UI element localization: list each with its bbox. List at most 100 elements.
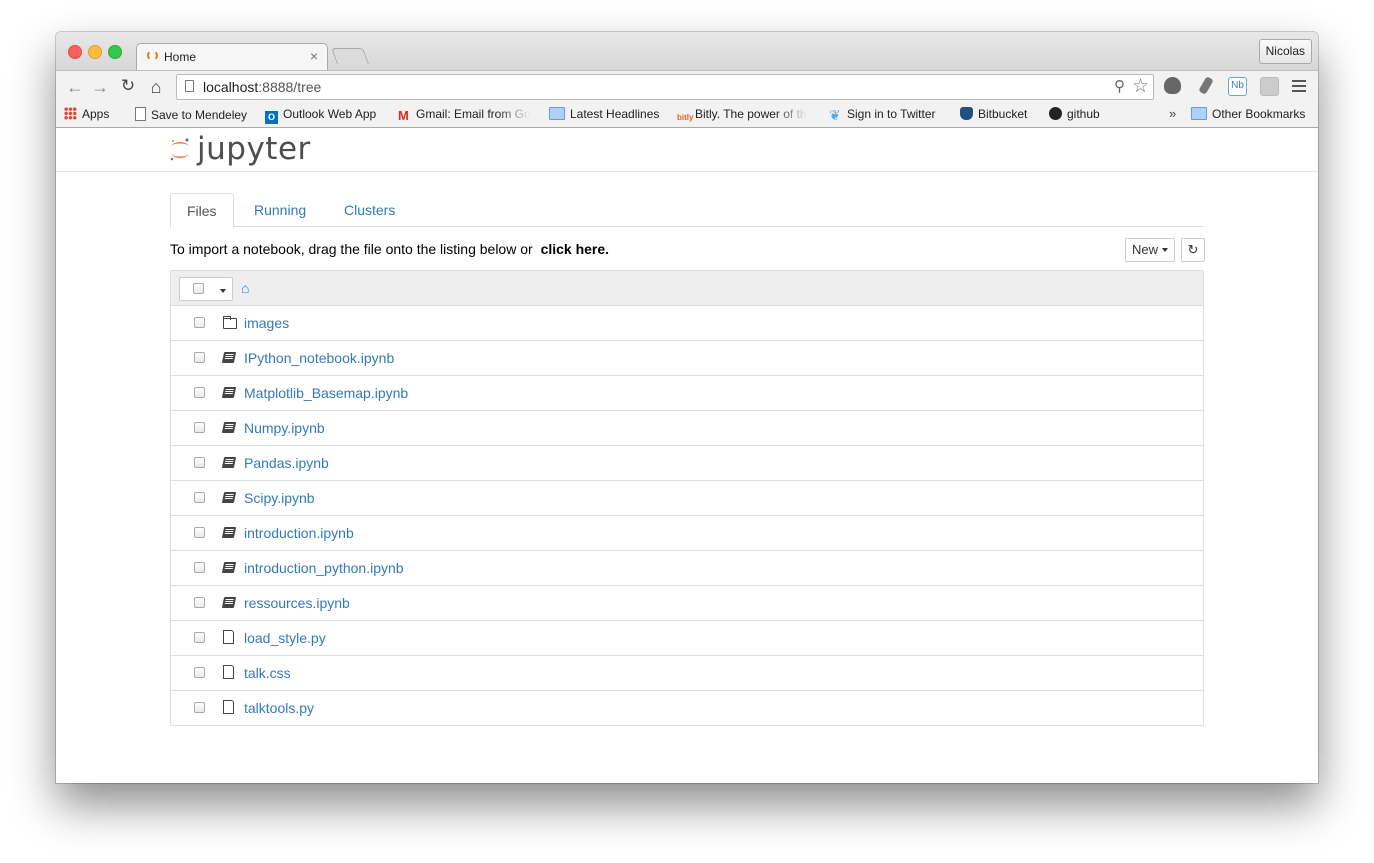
forward-arrow-icon[interactable]: → <box>89 77 111 98</box>
home-icon[interactable]: ⌂ <box>145 77 167 98</box>
list-item[interactable]: IPython_notebook.ipynb <box>171 340 1203 375</box>
file-icon <box>223 665 234 679</box>
browser-toolbar: ← → ↻ ⌂ localhost:8888/tree ⚲ ☆ Nb <box>56 70 1318 103</box>
list-item[interactable]: ressources.ipynb <box>171 585 1203 620</box>
bookmark-label: github <box>1067 107 1100 121</box>
list-item[interactable]: talk.css <box>171 655 1203 690</box>
select-all-checkbox[interactable] <box>193 283 204 294</box>
address-bar[interactable]: localhost:8888/tree ⚲ ☆ <box>176 74 1154 100</box>
item-checkbox[interactable] <box>194 457 205 468</box>
new-tab-button[interactable] <box>331 48 369 64</box>
list-item[interactable]: talktools.py <box>171 690 1203 725</box>
item-checkbox[interactable] <box>194 387 205 398</box>
list-item[interactable]: Scipy.ipynb <box>171 480 1203 515</box>
item-name-link[interactable]: Numpy.ipynb <box>244 420 325 436</box>
import-instructions: To import a notebook, drag the file onto… <box>170 241 609 257</box>
item-name-link[interactable]: ressources.ipynb <box>244 595 350 611</box>
bookmark-github[interactable]: github <box>1049 107 1100 121</box>
item-name-link[interactable]: images <box>244 315 289 331</box>
evernote-extension-icon[interactable] <box>1164 77 1181 94</box>
item-name-link[interactable]: load_style.py <box>244 630 326 646</box>
item-name-link[interactable]: talk.css <box>244 665 291 681</box>
select-all-dropdown[interactable] <box>179 277 233 301</box>
item-name-link[interactable]: IPython_notebook.ipynb <box>244 350 394 366</box>
bookmark-latest-headlines[interactable]: Latest Headlines <box>549 107 659 121</box>
list-item[interactable]: introduction.ipynb <box>171 515 1203 550</box>
bookmark-label: Apps <box>82 107 110 121</box>
item-name-link[interactable]: talktools.py <box>244 700 314 716</box>
caret-down-icon <box>220 289 226 293</box>
apps-grid-icon <box>64 107 77 120</box>
home-breadcrumb-icon[interactable]: ⌂ <box>241 280 249 296</box>
minimize-window-button[interactable] <box>88 45 102 59</box>
item-checkbox[interactable] <box>194 702 205 713</box>
tab-files[interactable]: Files <box>170 193 234 228</box>
folder-icon <box>549 107 565 120</box>
close-window-button[interactable] <box>68 45 82 59</box>
bookmark-mendeley[interactable]: Save to Mendeley <box>133 107 247 122</box>
bookmark-twitter[interactable]: ❦ Sign in to Twitter <box>829 107 936 122</box>
bitly-icon: bitly <box>677 113 694 122</box>
item-checkbox[interactable] <box>194 597 205 608</box>
bookmark-star-icon[interactable]: ☆ <box>1132 75 1149 98</box>
bookmark-bitbucket[interactable]: Bitbucket <box>960 107 1027 121</box>
list-item[interactable]: Matplotlib_Basemap.ipynb <box>171 375 1203 410</box>
url-text[interactable]: localhost:8888/tree <box>203 79 321 95</box>
other-bookmarks[interactable]: Other Bookmarks <box>1191 107 1305 121</box>
bookmark-gmail[interactable]: M Gmail: Email from Go <box>398 107 531 122</box>
listing-header: ⌂ <box>171 271 1203 306</box>
chat-extension-icon[interactable] <box>1260 77 1279 96</box>
item-name-link[interactable]: introduction_python.ipynb <box>244 560 404 576</box>
bookmarks-overflow-chevron-icon[interactable]: » <box>1169 106 1176 121</box>
notebook-icon <box>221 457 237 468</box>
zoom-window-button[interactable] <box>108 45 122 59</box>
jupyter-favicon-icon <box>147 50 158 61</box>
list-item[interactable]: introduction_python.ipynb <box>171 550 1203 585</box>
item-checkbox[interactable] <box>194 632 205 643</box>
import-row: To import a notebook, drag the file onto… <box>170 238 1205 263</box>
bookmark-label: Other Bookmarks <box>1212 107 1306 121</box>
new-button-label: New <box>1132 242 1159 257</box>
bookmark-apps[interactable]: Apps <box>64 107 109 121</box>
bookmark-outlook[interactable]: O Outlook Web App <box>265 107 376 124</box>
reload-icon[interactable]: ↻ <box>117 76 139 96</box>
item-name-link[interactable]: Scipy.ipynb <box>244 490 315 506</box>
list-item[interactable]: Numpy.ipynb <box>171 410 1203 445</box>
notebook-icon <box>221 527 237 538</box>
item-checkbox[interactable] <box>194 352 205 363</box>
new-button[interactable]: New <box>1125 238 1175 262</box>
back-arrow-icon[interactable]: ← <box>64 77 86 98</box>
nb-extension-icon[interactable]: Nb <box>1228 77 1247 96</box>
bookmark-label: Gmail: Email from Go <box>416 107 531 121</box>
tab-close-icon[interactable]: × <box>310 48 318 64</box>
item-name-link[interactable]: Matplotlib_Basemap.ipynb <box>244 385 408 401</box>
pen-extension-icon[interactable] <box>1198 76 1214 95</box>
item-checkbox[interactable] <box>194 527 205 538</box>
tab-clusters[interactable]: Clusters <box>328 193 411 226</box>
bookmark-label: Outlook Web App <box>283 107 377 121</box>
list-item[interactable]: images <box>171 306 1203 340</box>
item-checkbox[interactable] <box>194 667 205 678</box>
jupyter-logo-icon <box>170 138 189 161</box>
dashboard-tabs: Files Running Clusters <box>170 193 1204 228</box>
item-checkbox[interactable] <box>194 562 205 573</box>
list-item[interactable]: load_style.py <box>171 620 1203 655</box>
item-checkbox[interactable] <box>194 317 205 328</box>
bookmark-bitly[interactable]: bitly Bitly. The power of th <box>677 107 808 126</box>
page-icon <box>185 80 194 92</box>
refresh-button[interactable]: ↻ <box>1181 238 1205 262</box>
zoom-icon[interactable]: ⚲ <box>1114 77 1125 95</box>
tab-running[interactable]: Running <box>238 193 322 226</box>
item-name-link[interactable]: introduction.ipynb <box>244 525 354 541</box>
bookmark-label: Sign in to Twitter <box>847 107 936 121</box>
item-checkbox[interactable] <box>194 492 205 503</box>
hamburger-menu-icon[interactable] <box>1292 80 1306 95</box>
browser-chrome: Home × Nicolas ← → ↻ ⌂ localhost:8888/tr… <box>56 32 1318 128</box>
item-checkbox[interactable] <box>194 422 205 433</box>
profile-button[interactable]: Nicolas <box>1258 39 1312 64</box>
item-name-link[interactable]: Pandas.ipynb <box>244 455 329 471</box>
click-here-link[interactable]: click here. <box>541 241 610 257</box>
list-item[interactable]: Pandas.ipynb <box>171 445 1203 480</box>
browser-tab-home[interactable]: Home × <box>136 43 328 70</box>
bitbucket-icon <box>960 107 973 120</box>
